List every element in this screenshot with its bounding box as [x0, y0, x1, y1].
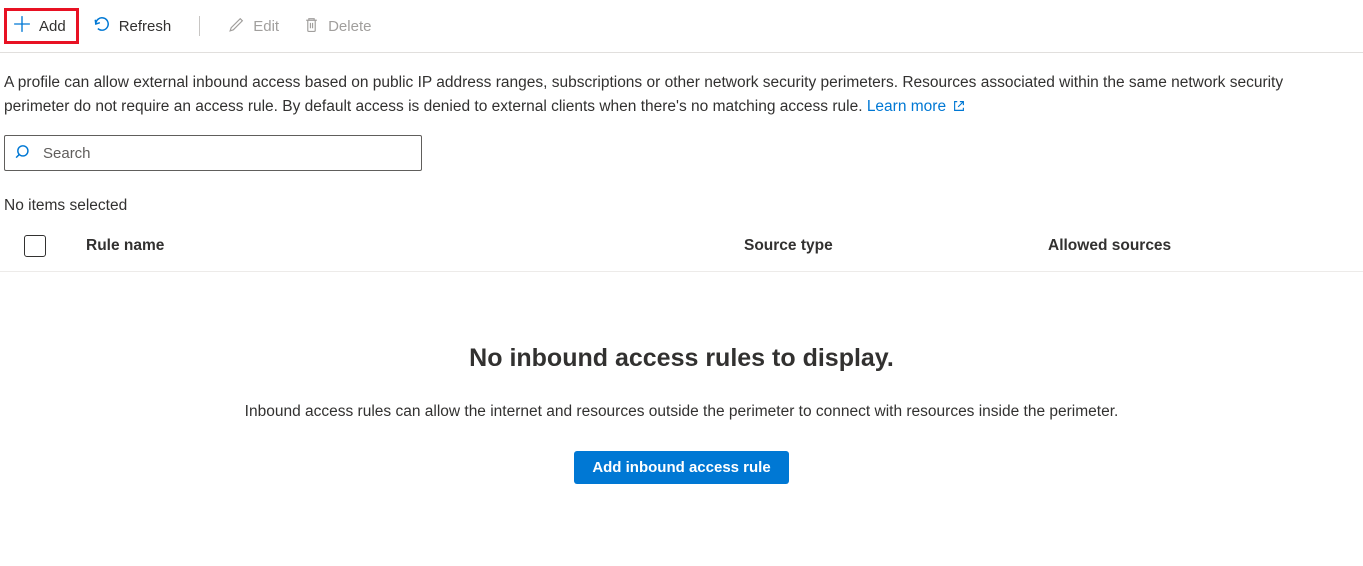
empty-state-subtitle: Inbound access rules can allow the inter…	[20, 403, 1343, 421]
command-bar: Add Refresh Edit Delete	[0, 0, 1363, 53]
description-text: A profile can allow external inbound acc…	[0, 53, 1350, 123]
select-all-checkbox[interactable]	[24, 235, 46, 257]
add-inbound-rule-button[interactable]: Add inbound access rule	[574, 451, 788, 484]
column-header-rule-name[interactable]: Rule name	[86, 237, 744, 255]
selection-status: No items selected	[0, 175, 1363, 221]
add-button[interactable]: Add	[4, 8, 79, 44]
refresh-icon	[93, 15, 111, 37]
delete-button-label: Delete	[328, 18, 371, 35]
select-all-cell	[24, 235, 86, 257]
table-header-row: Rule name Source type Allowed sources	[0, 221, 1363, 272]
trash-icon	[303, 16, 320, 37]
search-input[interactable]	[43, 145, 411, 162]
toolbar-divider	[199, 16, 200, 36]
plus-icon	[13, 15, 31, 37]
refresh-button[interactable]: Refresh	[83, 9, 182, 43]
search-icon	[15, 143, 33, 164]
empty-state-title: No inbound access rules to display.	[20, 344, 1343, 373]
refresh-button-label: Refresh	[119, 18, 172, 35]
column-header-source-type[interactable]: Source type	[744, 237, 1048, 255]
column-header-allowed-sources[interactable]: Allowed sources	[1048, 237, 1359, 255]
delete-button[interactable]: Delete	[293, 10, 381, 43]
add-button-label: Add	[39, 18, 66, 35]
pencil-icon	[228, 16, 245, 37]
edit-button-label: Edit	[253, 18, 279, 35]
learn-more-link[interactable]: Learn more	[867, 98, 967, 115]
description-body: A profile can allow external inbound acc…	[4, 74, 1283, 115]
empty-state: No inbound access rules to display. Inbo…	[0, 272, 1363, 504]
search-container	[0, 123, 1363, 175]
external-link-icon	[950, 98, 966, 115]
edit-button[interactable]: Edit	[218, 10, 289, 43]
learn-more-label: Learn more	[867, 98, 946, 115]
search-box[interactable]	[4, 135, 422, 171]
